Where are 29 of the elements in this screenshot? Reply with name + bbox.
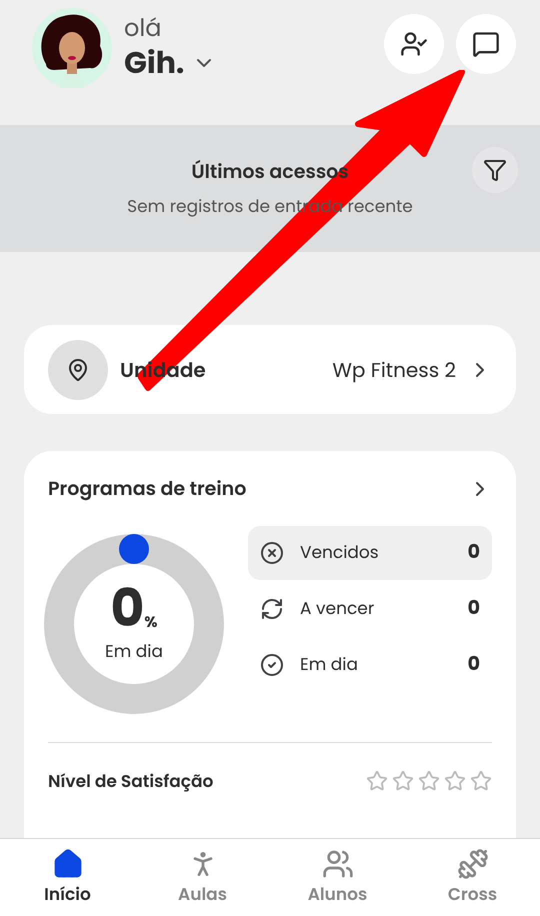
card-title: Programas de treino: [48, 475, 246, 504]
nav-tab[interactable]: Cross: [405, 839, 540, 916]
star-icon: [392, 770, 414, 792]
percent-sign: %: [144, 612, 158, 635]
location-pin-icon: [66, 358, 90, 382]
nav-tab[interactable]: Alunos: [270, 839, 405, 916]
unit-value: Wp Fitness 2: [332, 354, 456, 384]
nav-tab[interactable]: Aulas: [135, 839, 270, 916]
user-name-dropdown[interactable]: Gih.: [124, 44, 216, 82]
satisfaction-label: Nível de Satisfação: [48, 768, 214, 794]
refresh-icon: [260, 596, 284, 620]
home-icon: [52, 848, 84, 880]
chat-icon: [472, 30, 500, 58]
star-icon: [366, 770, 388, 792]
progress-value: 0: [110, 582, 144, 635]
people-icon: [322, 848, 354, 880]
check-circle-icon: [260, 652, 284, 676]
star-icon: [418, 770, 440, 792]
close-circle-icon: [260, 540, 284, 564]
star-icon: [470, 770, 492, 792]
nav-tab[interactable]: Início: [0, 839, 135, 916]
dumbbell-icon: [456, 848, 488, 880]
filter-icon: [483, 158, 507, 182]
status-row[interactable]: Vencidos 0: [248, 526, 492, 580]
greeting: olá: [124, 14, 162, 44]
star-icon: [444, 770, 466, 792]
progress-caption: Em dia: [105, 638, 163, 664]
filter-button[interactable]: [472, 147, 518, 193]
user-check-icon: [400, 30, 428, 58]
